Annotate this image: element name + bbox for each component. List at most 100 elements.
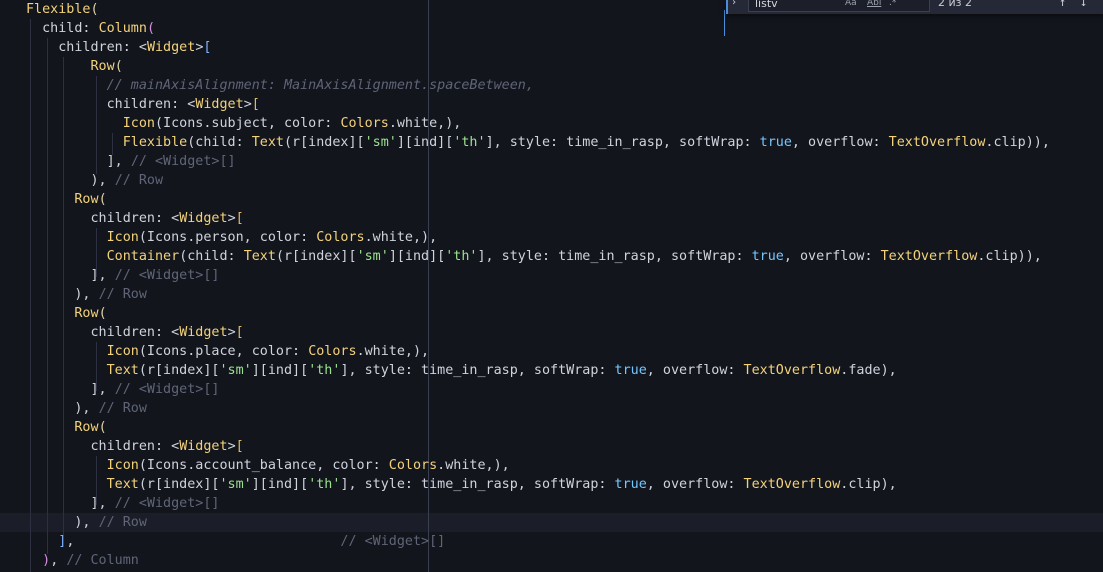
code-token: Icon	[106, 458, 139, 473]
code-line: Row(	[26, 304, 106, 323]
code-line: Icon(Icons.place, color: Colors.white,),	[26, 342, 430, 361]
code-editor[interactable]: Flexible( child: Column( children: <Widg…	[0, 0, 1103, 572]
code-token: [	[251, 97, 260, 112]
code-line: Container(child: Text(r[index]['sm'][ind…	[26, 247, 1042, 266]
arrow-down-icon[interactable]: ↓	[1080, 0, 1087, 9]
code-token: ,	[66, 534, 341, 549]
code-token: >	[227, 211, 236, 226]
code-line: ], // <Widget>[]	[26, 266, 219, 285]
code-token: [	[235, 439, 244, 454]
whole-word-toggle[interactable]: Abl	[867, 0, 881, 8]
code-token: Icon	[106, 230, 139, 245]
code-token: ][ind][	[251, 363, 309, 378]
code-token: .clip),	[840, 477, 897, 492]
code-token: .white,),	[356, 344, 430, 359]
code-line: ), // Row	[26, 285, 147, 304]
code-token: Text	[243, 249, 276, 264]
code-token: ],	[26, 382, 115, 397]
code-token: ], style: time_in_rasp, softWrap:	[340, 363, 615, 378]
code-token: ], style: time_in_rasp, softWrap:	[340, 477, 615, 492]
code-token: ),	[26, 401, 99, 416]
code-line: Flexible(child: Text(r[index]['sm'][ind]…	[26, 133, 1050, 152]
code-token: child:	[26, 21, 99, 36]
code-token: ),	[26, 173, 115, 188]
code-token: .white,),	[388, 116, 462, 131]
code-line: Text(r[index]['sm'][ind]['th'], style: t…	[26, 475, 897, 494]
code-token: Row	[74, 420, 99, 435]
code-token: Row	[90, 59, 115, 74]
code-token: ][ind][	[396, 135, 454, 150]
code-token: (child:	[179, 249, 244, 264]
code-token: (	[98, 192, 107, 207]
code-token: (r[index][	[138, 363, 220, 378]
code-token: children: <	[26, 439, 180, 454]
code-token: Icon	[106, 344, 139, 359]
code-token: // Row	[98, 287, 147, 302]
code-token: true	[614, 363, 647, 378]
code-line: Row(	[26, 57, 123, 76]
regex-toggle[interactable]: .*	[889, 0, 896, 8]
code-token: (Icons.person, color:	[138, 230, 317, 245]
code-token: ],	[26, 154, 131, 169]
code-token: Flexible	[26, 2, 91, 17]
code-token: Row	[74, 192, 99, 207]
code-line: children: <Widget>[	[26, 209, 243, 228]
code-token: Row	[74, 306, 99, 321]
code-line: children: <Widget>[	[26, 38, 211, 57]
code-token: 'sm'	[219, 477, 252, 492]
code-token: ][ind][	[388, 249, 446, 264]
code-line: ], // <Widget>[]	[26, 152, 236, 171]
code-line: // mainAxisAlignment: MainAxisAlignment.…	[26, 76, 534, 95]
find-input[interactable]: listv Aa Abl .*	[748, 0, 930, 12]
code-token: .white,),	[364, 230, 438, 245]
code-token: Text	[106, 477, 139, 492]
code-line: ], // <Widget>[]	[26, 494, 220, 513]
code-token: // <Widget>[]	[340, 534, 446, 549]
code-token: >	[227, 325, 236, 340]
match-count: 2 из 2	[938, 0, 972, 9]
code-token: Widget	[179, 439, 228, 454]
code-token: (child:	[187, 135, 252, 150]
code-token: // Row	[98, 515, 147, 530]
code-token: TextOverflow	[888, 135, 986, 150]
code-token: [	[203, 40, 212, 55]
code-token: true	[614, 477, 647, 492]
code-token: Container	[106, 249, 180, 264]
code-token: children: <	[26, 211, 180, 226]
code-token: // <Widget>[]	[114, 496, 220, 511]
code-token: (r[index][	[275, 249, 357, 264]
code-token: (r[index][	[138, 477, 220, 492]
chevron-right-icon[interactable]: ›	[731, 0, 737, 8]
code-token: ],	[26, 496, 115, 511]
code-token: Widget	[195, 97, 244, 112]
code-token: >	[243, 97, 252, 112]
code-token: , overflow:	[646, 363, 744, 378]
code-token: 'th'	[308, 363, 341, 378]
code-line: ], // <Widget>[]	[26, 380, 219, 399]
code-token: ],	[26, 268, 115, 283]
code-token: .clip)),	[985, 135, 1050, 150]
code-token: , overflow:	[791, 135, 889, 150]
code-token: [	[235, 325, 244, 340]
arrow-up-icon[interactable]: ↑	[1059, 0, 1066, 9]
code-token: true	[759, 135, 792, 150]
code-token: 'sm'	[356, 249, 389, 264]
code-line: children: <Widget>[	[26, 437, 244, 456]
find-widget[interactable]: › listv Aa Abl .* 2 из 2 ↑ ↓	[726, 0, 1103, 14]
code-token: , overflow:	[646, 477, 744, 492]
code-line: Flexible(	[26, 0, 99, 19]
code-token: ,	[50, 553, 67, 568]
code-line: ), // Column	[26, 551, 139, 570]
match-case-toggle[interactable]: Aa	[845, 0, 857, 8]
code-token: )	[42, 553, 51, 568]
code-token: Column	[98, 21, 147, 36]
code-token: // Row	[98, 401, 147, 416]
